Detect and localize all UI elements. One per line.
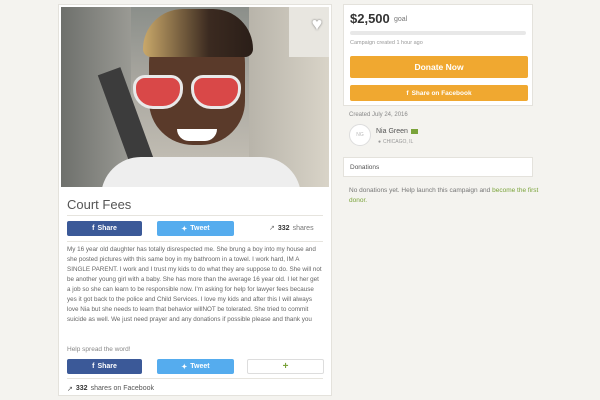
shares-count: ↗ 332 shares: [269, 224, 314, 233]
facebook-icon: f: [406, 89, 409, 97]
facebook-share-button[interactable]: f Share: [67, 221, 142, 236]
location-pin-icon: ●: [378, 139, 382, 145]
campaign-title: Court Fees: [67, 197, 132, 212]
owner-name[interactable]: Nia Green: [376, 128, 418, 135]
donations-title: Donations: [350, 164, 380, 171]
owner-location: ● CHICAGO, IL: [378, 139, 414, 145]
divider: [67, 241, 323, 242]
tweet-button-bottom[interactable]: ✦ Tweet: [157, 359, 234, 374]
tweet-button[interactable]: ✦ Tweet: [157, 221, 234, 236]
divider: [67, 378, 323, 379]
heart-icon[interactable]: ♥: [307, 15, 327, 33]
goal-amount: $2,500: [350, 11, 390, 26]
spread-text: Help spread the word!: [67, 346, 131, 353]
goal-label: goal: [394, 16, 408, 23]
facebook-icon: f: [92, 363, 95, 370]
facebook-icon: f: [92, 225, 95, 232]
mail-icon[interactable]: [410, 129, 418, 134]
facebook-shares: ↗ 332 shares on Facebook: [67, 385, 154, 393]
twitter-icon: ✦: [181, 363, 188, 371]
progress-bar: [350, 31, 526, 35]
campaign-story: My 16 year old daughter has totally disr…: [67, 246, 322, 323]
created-date: Created July 24, 2016: [349, 112, 408, 118]
google-plus-button[interactable]: +: [247, 359, 324, 374]
divider: [67, 215, 323, 216]
facebook-share-button-bottom[interactable]: f Share: [67, 359, 142, 374]
donations-text: No donations yet. Help launch this campa…: [349, 187, 539, 204]
trend-icon: ↗: [269, 225, 275, 232]
twitter-icon: ✦: [181, 225, 188, 233]
campaign-photo: ♥: [61, 7, 329, 187]
donate-button[interactable]: Donate Now: [350, 56, 528, 78]
campaign-card: ♥ Court Fees f Share ✦ Tweet ↗ 332 share…: [58, 4, 332, 396]
plus-icon: +: [282, 361, 289, 372]
campaign-created: Campaign created 1 hour ago: [350, 40, 423, 46]
share-facebook-button[interactable]: f Share on Facebook: [350, 85, 528, 101]
trend-icon: ↗: [67, 386, 73, 393]
donations-header: Donations: [343, 157, 533, 177]
avatar[interactable]: NG: [349, 124, 371, 146]
goal-card: $2,500 goal Campaign created 1 hour ago …: [343, 4, 533, 106]
